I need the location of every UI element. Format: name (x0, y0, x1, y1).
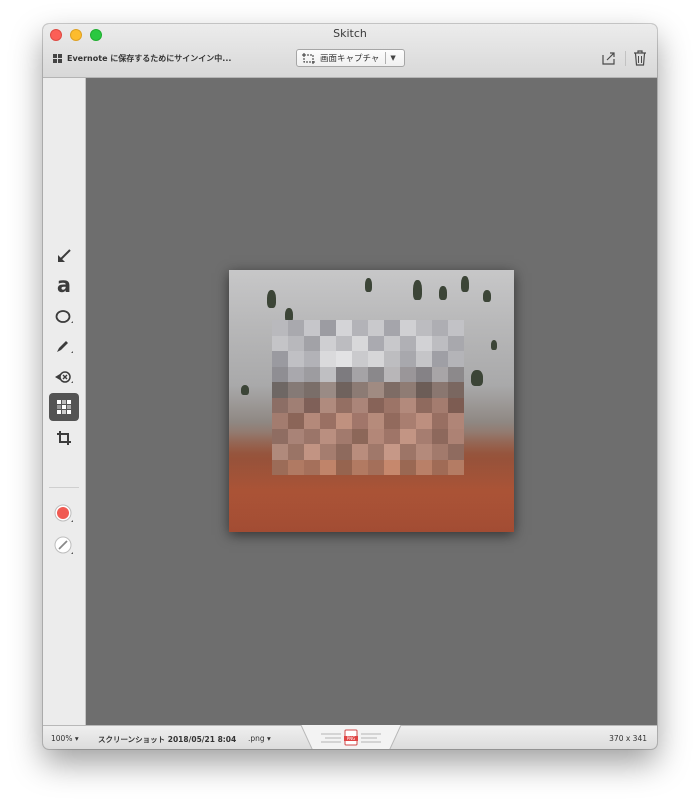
capture-label: 画面キャプチャ (320, 54, 380, 64)
title-bar: Skitch Evernote に保存するためにサインイン中... 画面キャプチ… (43, 24, 657, 78)
evernote-account-button[interactable]: Evernote に保存するためにサインイン中... (53, 51, 231, 65)
crop-tool[interactable] (49, 424, 79, 452)
pixelated-photo[interactable] (229, 270, 514, 532)
shape-tool[interactable] (49, 303, 79, 331)
filename-label[interactable]: スクリーンショット 2018/05/21 8:04 (98, 734, 236, 745)
evernote-status-label: Evernote に保存するためにサインイン中... (67, 53, 232, 63)
arrow-tool[interactable] (49, 242, 79, 270)
editing-canvas[interactable] (86, 78, 657, 725)
size-tool[interactable] (49, 532, 79, 560)
stamp-tool[interactable] (49, 363, 79, 391)
image-dimensions: 370 x 341 (609, 734, 647, 743)
line-size-icon (54, 536, 73, 554)
evernote-grid-icon (53, 53, 62, 63)
png-badge: PNG (347, 736, 356, 741)
color-swatch-icon (54, 504, 73, 522)
ellipse-icon (55, 310, 73, 323)
pixelate-tool[interactable] (49, 393, 79, 421)
crop-icon (57, 431, 71, 445)
window-title: Skitch (333, 27, 367, 40)
pen-tool[interactable] (49, 333, 79, 361)
zoom-dropdown[interactable]: 100% ▾ (51, 734, 79, 743)
pixelate-icon (57, 400, 71, 414)
skitch-window: Skitch Evernote に保存するためにサインイン中... 画面キャプチ… (43, 24, 657, 749)
capture-dropdown-icon[interactable]: ▼ (390, 54, 395, 62)
pixelation-mosaic (272, 320, 464, 475)
drag-export-tab[interactable]: PNG (301, 725, 401, 749)
text-a-icon: a (56, 272, 72, 297)
stamp-icon (55, 371, 73, 383)
share-icon[interactable] (601, 50, 617, 66)
trash-icon[interactable] (633, 50, 647, 66)
color-tool[interactable] (49, 500, 79, 528)
arrow-icon (58, 249, 71, 262)
screen-capture-button[interactable]: 画面キャプチャ ▼ (296, 49, 405, 67)
filetype-dropdown[interactable]: .png ▾ (248, 734, 271, 743)
tool-palette: a (43, 78, 86, 725)
status-bar: 100% ▾ スクリーンショット 2018/05/21 8:04 .png ▾ … (43, 725, 657, 749)
filetype-value: .png (248, 734, 265, 743)
pen-icon (57, 341, 73, 353)
text-tool[interactable]: a (49, 273, 79, 301)
capture-crosshair-icon (302, 52, 315, 64)
zoom-value: 100% (51, 734, 73, 743)
